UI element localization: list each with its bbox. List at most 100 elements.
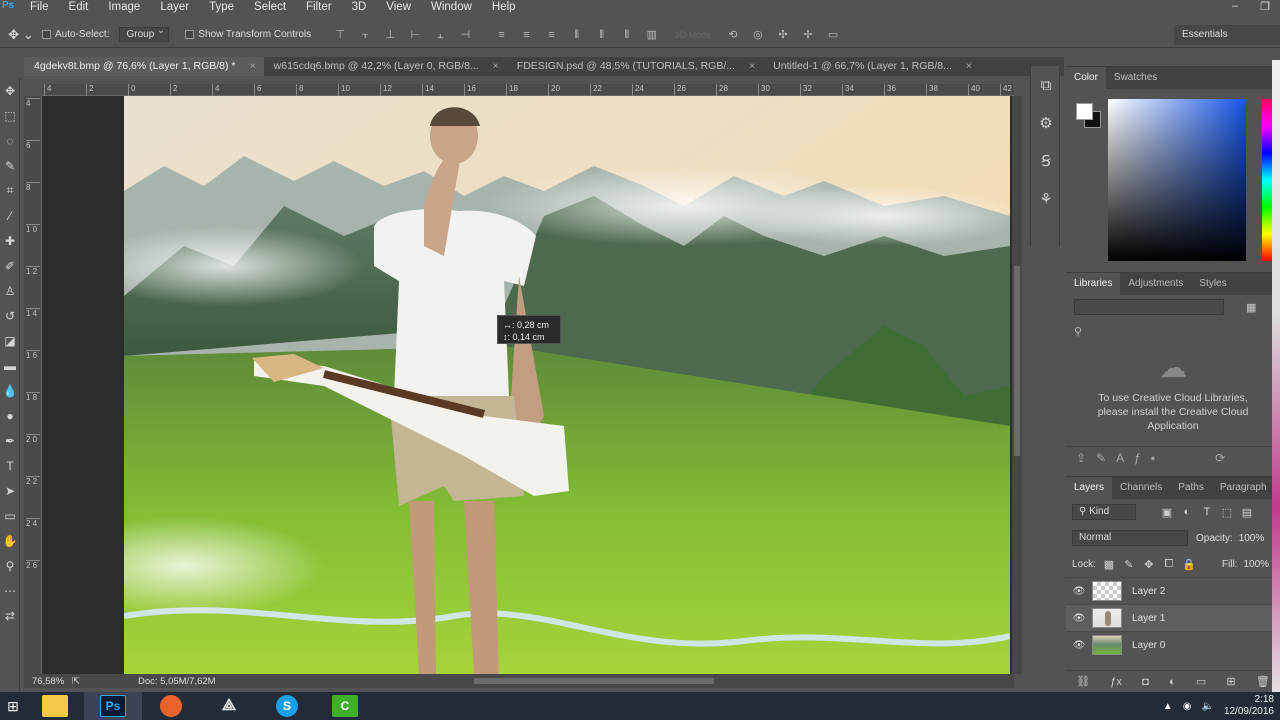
minimize-button[interactable]: – bbox=[1220, 0, 1250, 13]
dodge-tool-icon[interactable]: ● bbox=[0, 403, 20, 428]
clone-stamp-tool-icon[interactable]: ♙ bbox=[0, 278, 20, 303]
close-icon[interactable]: × bbox=[250, 60, 256, 76]
menu-window[interactable]: Window bbox=[421, 1, 482, 13]
close-icon[interactable]: × bbox=[966, 60, 972, 76]
path-selection-tool-icon[interactable]: ➤ bbox=[0, 478, 20, 503]
close-icon[interactable]: × bbox=[493, 60, 499, 76]
add-mask-icon[interactable]: ◘ bbox=[1142, 676, 1149, 688]
add-color-icon[interactable]: ✎ bbox=[1096, 451, 1106, 465]
sync-icon[interactable]: ⟳ bbox=[1215, 451, 1225, 465]
scrollbar-thumb[interactable] bbox=[1014, 266, 1020, 456]
lock-transparency-icon[interactable]: ▩ bbox=[1102, 558, 1116, 571]
new-group-icon[interactable]: ▭ bbox=[1196, 675, 1206, 688]
more-tools-icon[interactable]: ⋯ bbox=[0, 578, 20, 603]
align-hcenter-icon[interactable]: ⫠ bbox=[434, 29, 446, 41]
document-canvas[interactable] bbox=[124, 96, 1010, 674]
restore-button[interactable]: ❐ bbox=[1250, 0, 1280, 13]
blend-mode-dropdown[interactable]: Normal bbox=[1072, 530, 1188, 546]
filter-smart-object-icon[interactable]: ▤ bbox=[1240, 506, 1254, 519]
show-transform-checkbox[interactable]: Show Transform Controls bbox=[185, 29, 311, 40]
distribute-right-icon[interactable]: ⦀ bbox=[621, 29, 633, 41]
taskbar-file-explorer[interactable] bbox=[26, 692, 84, 720]
lasso-tool-icon[interactable]: ◌ bbox=[0, 128, 20, 153]
library-dropdown[interactable] bbox=[1074, 299, 1224, 315]
taskbar-unity[interactable]: ⟁ bbox=[200, 692, 258, 720]
close-icon[interactable]: × bbox=[749, 60, 755, 76]
tab-document-4[interactable]: Untitled-1 @ 66,7% (Layer 1, RGB/8... × bbox=[763, 57, 980, 76]
add-text-style-icon[interactable]: A bbox=[1116, 451, 1124, 465]
taskbar-firefox[interactable] bbox=[142, 692, 200, 720]
healing-brush-tool-icon[interactable]: ✚ bbox=[0, 228, 20, 253]
upload-icon[interactable]: ⇪ bbox=[1076, 451, 1086, 465]
tab-channels[interactable]: Channels bbox=[1112, 477, 1170, 499]
visibility-eye-icon[interactable]: 👁 bbox=[1066, 613, 1092, 624]
tab-paragraph[interactable]: Paragraph bbox=[1212, 477, 1275, 499]
distribute-left-icon[interactable]: ⦀ bbox=[571, 29, 583, 41]
auto-select-checkbox[interactable]: Auto-Select: bbox=[42, 29, 109, 40]
tab-layers[interactable]: Layers bbox=[1066, 477, 1113, 499]
workspace-switcher[interactable]: Essentials bbox=[1174, 25, 1280, 45]
distribute-hcenter-icon[interactable]: ⦀ bbox=[596, 29, 608, 41]
network-icon[interactable]: ◉ bbox=[1183, 701, 1192, 712]
history-brush-tool-icon[interactable]: ↺ bbox=[0, 303, 20, 328]
visibility-eye-icon[interactable]: 👁 bbox=[1066, 640, 1092, 651]
properties-panel-icon[interactable]: ⚙ bbox=[1031, 104, 1061, 142]
tray-expand-icon[interactable]: ▲ bbox=[1163, 701, 1173, 712]
menu-image[interactable]: Image bbox=[98, 1, 150, 13]
new-layer-icon[interactable]: ⊞ bbox=[1226, 675, 1235, 688]
brush-presets-panel-icon[interactable]: ⚘ bbox=[1031, 180, 1061, 218]
history-panel-icon[interactable]: ⧉ bbox=[1031, 66, 1061, 104]
menu-file[interactable]: File bbox=[20, 1, 59, 13]
align-vcenter-icon[interactable]: ⫟ bbox=[359, 29, 371, 41]
align-top-icon[interactable]: ⊤ bbox=[334, 29, 346, 41]
menu-type[interactable]: Type bbox=[199, 1, 244, 13]
tab-swatches[interactable]: Swatches bbox=[1106, 67, 1165, 89]
menu-layer[interactable]: Layer bbox=[150, 1, 199, 13]
hue-slider[interactable] bbox=[1262, 99, 1272, 261]
zoom-tool-icon[interactable]: ⚲ bbox=[0, 553, 20, 578]
character-panel-icon[interactable]: Ꞩ bbox=[1031, 142, 1061, 180]
tab-adjustments[interactable]: Adjustments bbox=[1120, 273, 1191, 295]
menu-3d[interactable]: 3D bbox=[342, 1, 377, 13]
lock-pixels-icon[interactable]: ✎ bbox=[1122, 558, 1136, 571]
foreground-color-chip[interactable] bbox=[1076, 103, 1093, 120]
opacity-value[interactable]: 100% bbox=[1239, 533, 1265, 544]
vertical-scrollbar[interactable] bbox=[1012, 96, 1022, 674]
tab-libraries[interactable]: Libraries bbox=[1066, 273, 1121, 295]
link-layers-icon[interactable]: ⛓ bbox=[1076, 675, 1090, 688]
quick-select-tool-icon[interactable]: ✎ bbox=[0, 153, 20, 178]
layer-style-icon[interactable]: ƒx bbox=[1110, 676, 1122, 688]
hand-tool-icon[interactable]: ✋ bbox=[0, 528, 20, 553]
grid-view-icon[interactable]: ▦ bbox=[1246, 301, 1256, 314]
layer-row-layer-1[interactable]: 👁 Layer 1 bbox=[1066, 604, 1280, 631]
menu-help[interactable]: Help bbox=[482, 1, 526, 13]
align-bottom-icon[interactable]: ⊥ bbox=[384, 29, 396, 41]
align-left-icon[interactable]: ⊢ bbox=[409, 29, 421, 41]
taskbar-skype[interactable]: S bbox=[258, 692, 316, 720]
3d-drag-icon[interactable]: ✣ bbox=[777, 29, 789, 41]
rectangle-tool-icon[interactable]: ▭ bbox=[0, 503, 20, 528]
auto-select-dropdown[interactable]: Group bbox=[119, 25, 170, 42]
eraser-tool-icon[interactable]: ◪ bbox=[0, 328, 20, 353]
zoom-level[interactable]: 76,58% bbox=[24, 676, 72, 687]
filter-kind-dropdown[interactable]: ⚲ Kind bbox=[1072, 504, 1136, 520]
taskbar-photoshop[interactable]: Ps bbox=[84, 692, 142, 720]
3d-slide-icon[interactable]: ✢ bbox=[802, 29, 814, 41]
type-tool-icon[interactable]: T bbox=[0, 453, 20, 478]
tab-document-3[interactable]: FDESIGN.psd @ 48,5% (TUTORIALS, RGB/... × bbox=[507, 57, 763, 76]
tab-paths[interactable]: Paths bbox=[1170, 477, 1212, 499]
menu-edit[interactable]: Edit bbox=[59, 1, 99, 13]
tab-color[interactable]: Color bbox=[1066, 67, 1106, 89]
tab-document-2[interactable]: w615cdq6.bmp @ 42,2% (Layer 0, RGB/8... × bbox=[264, 57, 507, 76]
3d-roll-icon[interactable]: ◎ bbox=[752, 29, 764, 41]
lock-all-icon[interactable]: 🔒 bbox=[1182, 558, 1196, 571]
visibility-eye-icon[interactable]: 👁 bbox=[1066, 586, 1092, 597]
brush-tool-icon[interactable]: ✐ bbox=[0, 253, 20, 278]
volume-icon[interactable]: 🔈 bbox=[1201, 701, 1213, 712]
fill-value[interactable]: 100% bbox=[1243, 559, 1269, 570]
move-tool-icon[interactable]: ✥ bbox=[0, 78, 20, 103]
add-layer-style-icon[interactable]: ƒ bbox=[1134, 451, 1141, 465]
horizontal-scrollbar[interactable] bbox=[474, 678, 714, 684]
lock-artboard-icon[interactable]: ⧠ bbox=[1162, 558, 1176, 571]
pen-tool-icon[interactable]: ✒ bbox=[0, 428, 20, 453]
